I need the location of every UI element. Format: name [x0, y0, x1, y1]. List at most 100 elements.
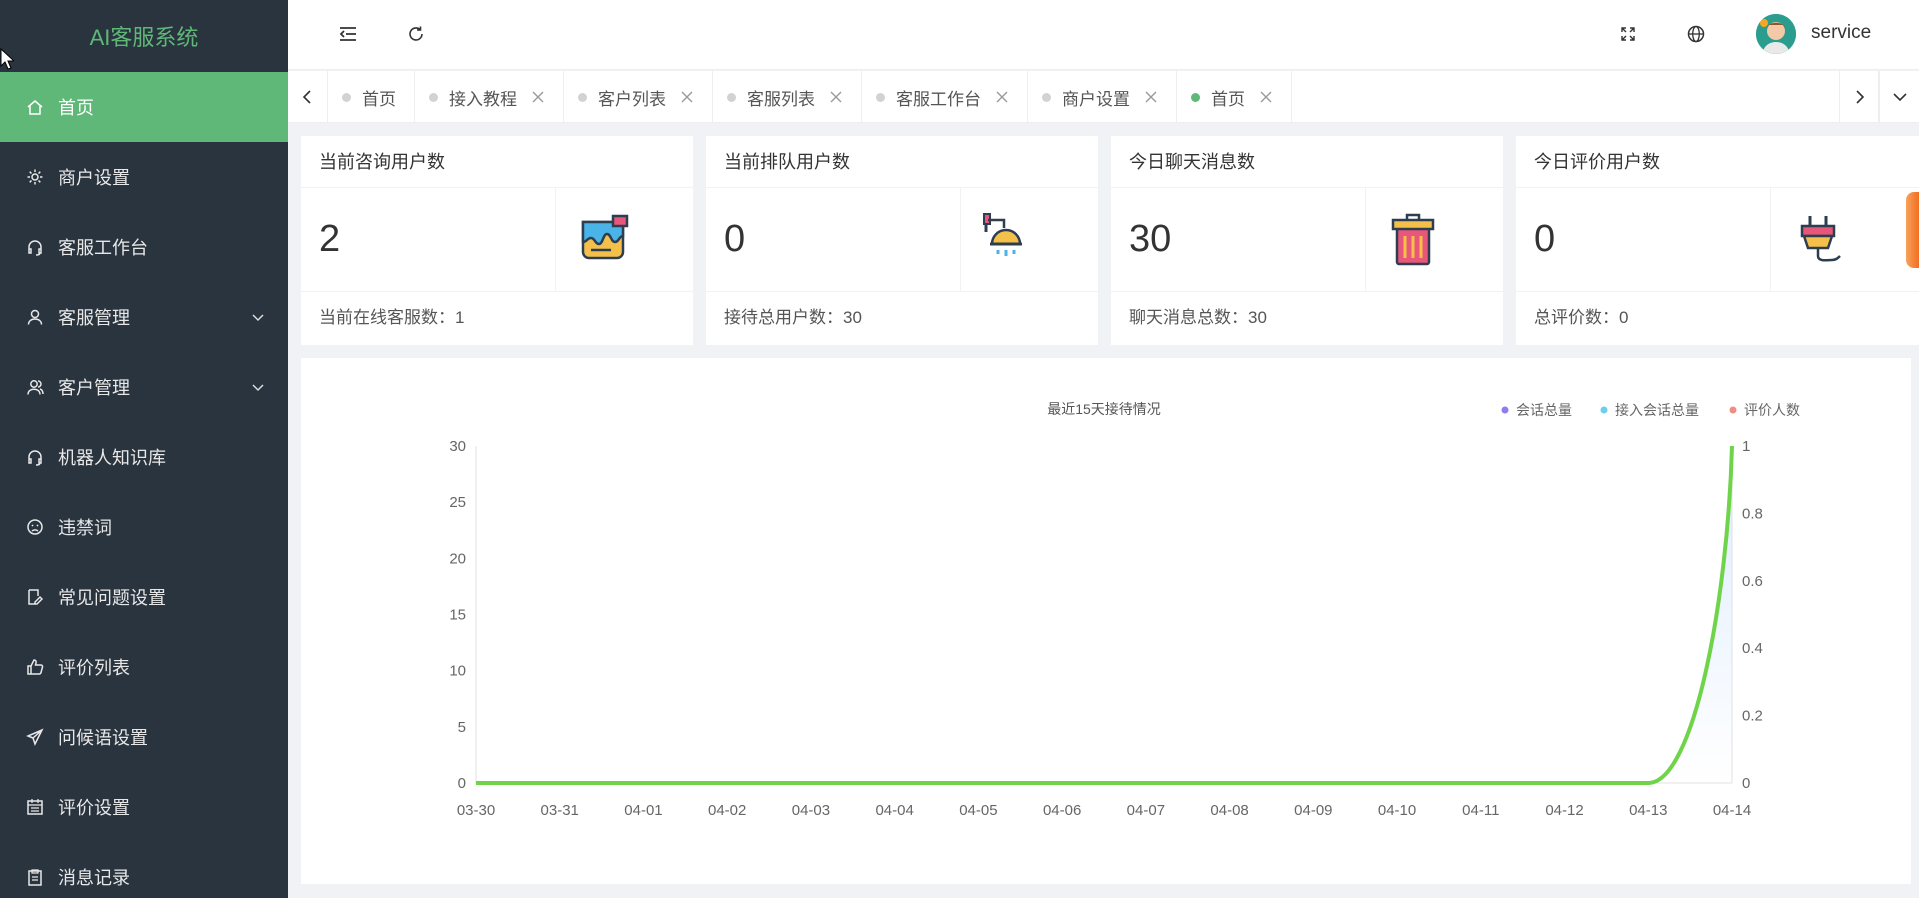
- x-tick-4: 04-03: [792, 802, 830, 819]
- x-tick-9: 04-08: [1210, 802, 1248, 819]
- series-line-1: [476, 445, 1734, 785]
- y-left-tick-6: 30: [449, 438, 466, 455]
- tab-4[interactable]: 客服工作台: [862, 71, 1028, 123]
- edit-icon-wrap: [24, 586, 46, 608]
- sidebar-item-label: 客户管理: [58, 378, 130, 398]
- sidebar-item-11[interactable]: 消息记录: [0, 842, 288, 898]
- tab-status-dot: [1042, 93, 1051, 102]
- card-body: 30: [1111, 188, 1503, 292]
- card-value: 2: [319, 218, 341, 260]
- card-value: 0: [1534, 218, 1556, 260]
- sidebar-item-0[interactable]: 首页: [0, 72, 288, 142]
- calendar-icon-wrap: [24, 796, 46, 818]
- sidebar-item-9[interactable]: 问候语设置: [0, 702, 288, 772]
- home-icon: [27, 100, 43, 115]
- y-right-tick-4: 0.8: [1742, 505, 1763, 522]
- close-icon[interactable]: [680, 90, 694, 104]
- series-line-0: [476, 445, 1734, 785]
- scrollbar-thumb[interactable]: [1906, 192, 1919, 268]
- tab-menu-button[interactable]: [1879, 71, 1919, 123]
- card-footer: 接待总用户数：30: [724, 308, 862, 327]
- tab-1[interactable]: 接入教程: [415, 71, 564, 123]
- sidebar-item-2[interactable]: 客服工作台: [0, 212, 288, 282]
- plug-icon: [1800, 216, 1841, 262]
- sidebar-item-5[interactable]: 机器人知识库: [0, 422, 288, 492]
- headset-icon: [28, 240, 42, 256]
- x-tick-7: 04-06: [1043, 802, 1081, 819]
- sidebar-item-8[interactable]: 评价列表: [0, 632, 288, 702]
- close-icon[interactable]: [995, 90, 1009, 104]
- sidebar-item-label: 客服管理: [58, 308, 130, 328]
- tab-label: 客服列表: [747, 89, 815, 109]
- tab-scroll-right-button[interactable]: [1839, 71, 1879, 123]
- username[interactable]: service: [1811, 22, 1871, 44]
- sidebar-item-6[interactable]: 违禁词: [0, 492, 288, 562]
- users-icon-wrap: [24, 376, 46, 398]
- sidebar: AI客服系统 首页 商户设置 客服工作台 客服管理 客户管理 机器人知识库 违禁词 常见问题设…: [0, 0, 288, 898]
- x-tick-1: 03-31: [541, 802, 579, 819]
- close-icon[interactable]: [1259, 90, 1273, 104]
- tab-6[interactable]: 首页: [1177, 71, 1292, 123]
- tab-0[interactable]: 首页: [328, 71, 415, 123]
- sidebar-item-label: 消息记录: [58, 868, 130, 888]
- tab-bar: 首页 接入教程 客户列表 客服列表 客服工作台 商户设置 首页: [288, 71, 1919, 123]
- tab-scroll-left-button[interactable]: [288, 71, 328, 123]
- sidebar-item-4[interactable]: 客户管理: [0, 352, 288, 422]
- close-icon[interactable]: [829, 90, 843, 104]
- sidebar-item-label: 商户设置: [58, 168, 130, 188]
- sidebar-item-10[interactable]: 评价设置: [0, 772, 288, 842]
- tab-status-dot: [1191, 93, 1200, 102]
- users-icon: [27, 380, 44, 395]
- series-area-0: [476, 446, 1732, 783]
- stat-card-0: 当前咨询用户数 2 当前在线客服数：1: [301, 136, 693, 345]
- avatar[interactable]: [1756, 14, 1796, 54]
- collapse-menu-button[interactable]: [334, 20, 362, 48]
- sidebar-menu: 首页商户设置客服工作台客服管理客户管理机器人知识库 违禁词 常见问题设置 评价列表 问候…: [0, 72, 288, 898]
- x-tick-6: 04-05: [959, 802, 997, 819]
- fullscreen-button[interactable]: [1614, 20, 1642, 48]
- refresh-button[interactable]: [402, 20, 430, 48]
- home-icon-wrap: [24, 96, 46, 118]
- y-left-tick-4: 20: [449, 550, 466, 567]
- language-button[interactable]: [1682, 20, 1710, 48]
- chevron-down-icon: [252, 314, 264, 322]
- tab-label: 商户设置: [1062, 89, 1130, 109]
- sidebar-item-label: 首页: [58, 98, 94, 118]
- card-title: 当前咨询用户数: [301, 136, 693, 188]
- refresh-icon: [409, 26, 423, 41]
- tab-label: 接入教程: [449, 89, 517, 109]
- x-tick-11: 04-10: [1378, 802, 1416, 819]
- tab-5[interactable]: 商户设置: [1028, 71, 1177, 123]
- x-tick-3: 04-02: [708, 802, 746, 819]
- x-tick-14: 04-13: [1629, 802, 1667, 819]
- sidebar-item-label: 客服工作台: [58, 238, 148, 258]
- tab-label: 客户列表: [598, 89, 666, 109]
- close-icon[interactable]: [531, 90, 545, 104]
- legend-marker-0: [1501, 406, 1509, 414]
- close-icon[interactable]: [1144, 90, 1158, 104]
- sidebar-item-3[interactable]: 客服管理: [0, 282, 288, 352]
- tab-3[interactable]: 客服列表: [713, 71, 862, 123]
- tab-label: 客服工作台: [896, 89, 981, 109]
- tab-2[interactable]: 客户列表: [564, 71, 713, 123]
- x-tick-13: 04-12: [1545, 802, 1583, 819]
- mouse-cursor-icon: [0, 48, 14, 70]
- sidebar-item-7[interactable]: 常见问题设置: [0, 562, 288, 632]
- y-right-tick-3: 0.6: [1742, 573, 1763, 590]
- y-right-tick-2: 0.4: [1742, 640, 1763, 657]
- sidebar-item-1[interactable]: 商户设置: [0, 142, 288, 212]
- clipboard-icon-wrap: [24, 866, 46, 888]
- tab-status-dot: [727, 93, 736, 102]
- gear-icon: [27, 169, 43, 185]
- x-tick-8: 04-07: [1127, 802, 1165, 819]
- stat-card-2: 今日聊天消息数 30 聊天消息总数：30: [1111, 136, 1503, 345]
- chevron-down-icon: [1892, 93, 1907, 102]
- sad-face-icon-wrap: [24, 516, 46, 538]
- y-left-tick-1: 5: [458, 719, 466, 736]
- headset-icon-wrap: [24, 236, 46, 258]
- tab-label: 首页: [1211, 89, 1245, 109]
- gear-icon-wrap: [24, 166, 46, 188]
- top-header: service: [288, 0, 1919, 70]
- tab-list: 首页 接入教程 客户列表 客服列表 客服工作台 商户设置 首页: [328, 71, 1292, 123]
- card-divider: [1770, 188, 1771, 292]
